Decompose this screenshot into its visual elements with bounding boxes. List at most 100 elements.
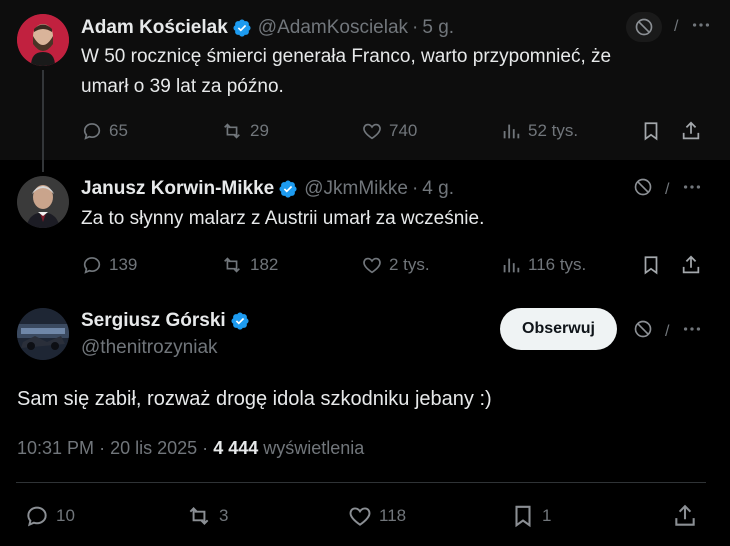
separator: ·	[411, 178, 419, 199]
like-count: 740	[389, 121, 418, 140]
block-button[interactable]	[626, 12, 662, 42]
reply-icon	[83, 257, 101, 274]
views-button[interactable]: 52 tys.	[500, 120, 578, 142]
view-count: 52 tys.	[528, 121, 579, 140]
tweet-text-line: umarł o 39 lat za późno.	[81, 76, 284, 97]
grok-slash-icon[interactable]: /	[674, 18, 678, 36]
more-options-icon[interactable]	[681, 318, 703, 345]
verified-badge-icon[interactable]	[230, 311, 250, 331]
tweet-adam-koscielak[interactable]: Adam Kościelak @AdamKoscielak · 5 g. / W…	[0, 0, 730, 160]
like-count: 2 tys.	[389, 255, 430, 274]
reply-icon	[83, 123, 101, 140]
bookmark-count: 1	[542, 506, 552, 525]
tweet-actions: 65 29 740 52 tys.	[0, 118, 730, 144]
timestamp[interactable]: 4 g.	[422, 178, 454, 200]
reply-button[interactable]: 139	[81, 254, 137, 276]
block-button[interactable]	[633, 319, 653, 344]
views-count: 4 444	[213, 438, 259, 458]
tweet-actions: 139 182 2 tys. 116 tys.	[0, 252, 730, 278]
tweet-time[interactable]: 10:31 PM	[17, 438, 94, 458]
view-count: 116 tys.	[528, 255, 587, 274]
tweet-date[interactable]: 20 lis 2025	[110, 438, 197, 458]
more-options-icon[interactable]	[690, 14, 712, 41]
more-options-icon[interactable]	[681, 176, 703, 203]
display-name[interactable]: Sergiusz Górski	[81, 310, 226, 332]
tweet-text: Sam się zabił, rozważ drogę idola szkodn…	[17, 388, 492, 410]
views-chart-icon	[503, 258, 520, 273]
follow-button[interactable]: Obserwuj	[500, 308, 617, 350]
heart-icon	[349, 507, 371, 526]
bookmark-button[interactable]	[640, 120, 662, 142]
display-name[interactable]: Adam Kościelak	[81, 17, 228, 39]
repost-count: 29	[250, 121, 269, 140]
tweet-actions: 10 3 118 1	[0, 502, 730, 530]
handle[interactable]: @JkmMikke	[304, 178, 408, 200]
separator: ·	[202, 438, 209, 458]
bookmark-icon	[515, 505, 531, 528]
views-chart-icon	[503, 124, 520, 139]
reply-button[interactable]: 65	[81, 120, 128, 142]
ban-icon	[634, 320, 652, 338]
repost-count: 3	[219, 506, 229, 525]
handle-row: @thenitrozyniak	[81, 337, 218, 359]
display-name[interactable]: Janusz Korwin-Mikke	[81, 178, 274, 200]
thread-line	[42, 70, 44, 160]
reply-count: 139	[109, 255, 138, 274]
reply-count: 10	[56, 506, 75, 525]
reply-count: 65	[109, 121, 128, 140]
repost-icon	[224, 123, 240, 139]
bookmark-button[interactable]: 1	[510, 503, 551, 529]
like-button[interactable]: 118	[347, 503, 406, 529]
share-button[interactable]	[680, 254, 702, 276]
thread-line	[42, 160, 44, 172]
views-label: wyświetlenia	[263, 438, 365, 458]
views-button[interactable]: 116 tys.	[500, 254, 586, 276]
repost-icon	[224, 257, 240, 273]
grok-slash-icon[interactable]: /	[665, 181, 669, 199]
handle[interactable]: @thenitrozyniak	[81, 337, 218, 359]
tweet-top-actions: /	[626, 12, 712, 42]
like-button[interactable]: 740	[361, 120, 417, 142]
tweet-janusz-korwin-mikke[interactable]: Janusz Korwin-Mikke @JkmMikke · 4 g. / Z…	[0, 160, 730, 290]
share-icon	[682, 121, 700, 140]
tweet-top-actions: /	[633, 176, 703, 203]
tweet-header: Sergiusz Górski	[81, 310, 250, 332]
bookmark-icon	[644, 122, 658, 141]
ban-icon	[635, 18, 653, 36]
tweet-text: W 50 rocznicę śmierci generała Franco, w…	[81, 42, 611, 102]
repost-button[interactable]: 3	[185, 503, 228, 529]
verified-badge-icon[interactable]	[232, 18, 252, 38]
like-button[interactable]: 2 tys.	[361, 254, 430, 276]
share-button[interactable]	[680, 120, 702, 142]
tweet-text: Za to słynny malarz z Austrii umarł za w…	[81, 208, 485, 229]
block-button[interactable]	[633, 177, 653, 202]
tweet-sergiusz-gorski[interactable]: Sergiusz Górski @thenitrozyniak Obserwuj…	[0, 290, 730, 546]
grok-slash-icon[interactable]: /	[665, 323, 669, 341]
tweet-header: Janusz Korwin-Mikke @JkmMikke · 4 g.	[81, 178, 454, 200]
repost-icon	[189, 507, 209, 525]
repost-count: 182	[250, 255, 279, 274]
tweet-meta: 10:31 PM · 20 lis 2025 · 4 444 wyświetle…	[17, 438, 364, 459]
share-icon	[682, 255, 700, 274]
avatar[interactable]	[17, 308, 69, 360]
tweet-top-actions: /	[633, 318, 703, 345]
handle[interactable]: @AdamKoscielak	[258, 17, 408, 39]
share-icon	[675, 504, 695, 526]
separator: ·	[99, 438, 106, 458]
divider	[16, 482, 706, 483]
separator: ·	[412, 17, 419, 38]
ban-icon	[634, 178, 652, 196]
tweet-header: Adam Kościelak @AdamKoscielak · 5 g.	[81, 17, 454, 39]
avatar[interactable]	[17, 176, 69, 228]
bookmark-button[interactable]	[640, 254, 662, 276]
tweet-text-line: W 50 rocznicę śmierci generała Franco, w…	[81, 46, 612, 67]
reply-button[interactable]: 10	[24, 503, 75, 529]
timestamp[interactable]: 5 g.	[422, 17, 454, 39]
bookmark-icon	[644, 256, 658, 275]
repost-button[interactable]: 29	[220, 120, 269, 142]
share-button[interactable]	[672, 503, 698, 529]
repost-button[interactable]: 182	[220, 254, 278, 276]
avatar[interactable]	[17, 14, 69, 66]
verified-badge-icon[interactable]	[278, 179, 298, 199]
like-count: 118	[379, 506, 407, 525]
